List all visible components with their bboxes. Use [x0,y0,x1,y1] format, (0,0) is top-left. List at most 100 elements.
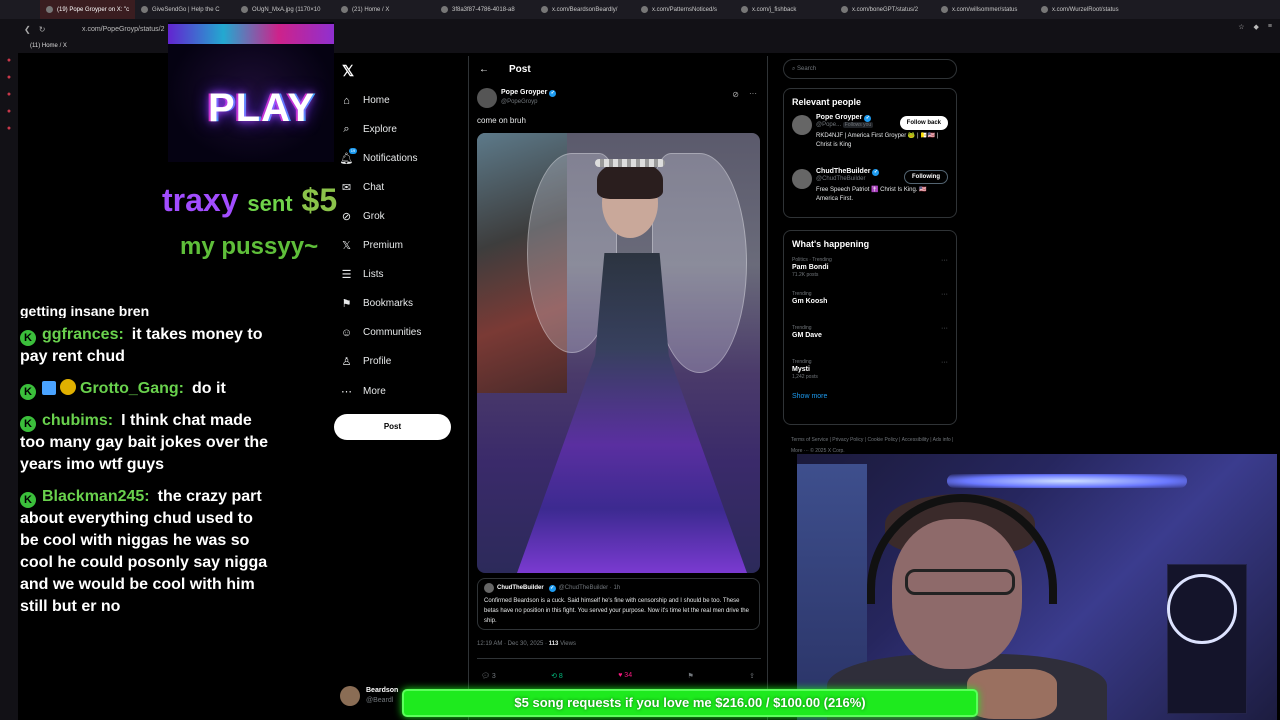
nav-item-bookmarks[interactable]: ⚑ Bookmarks [340,297,413,310]
nav-item-notifications[interactable]: 🔔︎ 19 Notifications [340,148,417,165]
trend-meta: Trending [792,325,812,331]
reply-count: 3 [491,672,496,680]
browser-tab[interactable]: x.com/j_fishback [735,0,835,19]
tab-label: x.com/PatternsNoticed/s [652,6,718,13]
trend-name: Pam Bondi [792,264,829,271]
back-arrow-icon[interactable]: ← [479,64,489,75]
nav-item-label: Profile [363,356,392,367]
browser-tab[interactable]: GiveSendGo | Help the C [135,0,235,19]
person-handle-text: @Pope... [816,122,842,128]
author-name-text: Pope Groyper [501,89,548,96]
favicon-icon [741,6,748,13]
grok-icon[interactable]: ⊘ [732,90,739,99]
browser-tab[interactable]: x.com/BeardsonBeardly/ [535,0,635,19]
author-handle[interactable]: @PopeGroyp [501,99,537,105]
bookmark-star-icon[interactable]: ☆ [1238,23,1244,31]
bookmark-item[interactable]: (11) Home / X [30,43,67,49]
relevant-person[interactable]: Pope Groyper ✓ @Pope... Follows you RKD4NJF… [784,111,956,165]
search-input[interactable]: ⌕ Search [783,59,957,79]
menu-icon[interactable]: ≡ [1268,23,1272,31]
avatar[interactable] [792,115,812,135]
trend-item[interactable]: Politics · Trending Pam Bondi 71.2K posts ·… [784,253,956,287]
stream-chat: getting insane bren Kggfrances: it takes … [20,300,270,628]
share-icon[interactable]: ⇪ [749,672,755,680]
streamer-hand [967,669,1057,719]
favicon-icon [241,6,248,13]
more-icon[interactable]: ··· [941,359,948,366]
tab-label: (21) Home / X [352,6,390,13]
trend-item[interactable]: Trending Mysti 1,242 posts ··· [784,355,956,389]
nav-item-home[interactable]: ⌂ Home [340,94,390,107]
nav-item-explore[interactable]: ⌕ Explore [340,123,397,136]
show-more-link[interactable]: Show more [784,389,956,408]
repost-button[interactable]: ⟲ 8 [551,672,563,680]
extension-icon[interactable]: ◆ [1254,23,1259,31]
browser-tab[interactable]: x.com/boneGPT/status/2 [835,0,935,19]
reply-button[interactable]: 💬︎ 3 [481,672,496,680]
nav-item-label: More [363,386,386,397]
trend-item[interactable]: Trending GM Dave ··· [784,321,956,355]
more-icon[interactable]: ··· [941,325,948,332]
account-switcher[interactable]: Beardson @Beardl [340,686,410,708]
relevant-person[interactable]: ChudTheBuilder ✓ @ChudTheBuilder Free Spee… [784,165,956,219]
browser-tab[interactable]: OUgN_MxA.jpg (1170×10 [235,0,335,19]
favicon-icon [541,6,548,13]
panel-title: Relevant people [792,97,862,107]
nav-item-premium[interactable]: 𝕏 Premium [340,239,403,252]
x-logo-icon[interactable]: 𝕏 [342,62,354,80]
browser-tab[interactable]: (19) Pope Groyper on X: "c [40,0,135,19]
follow-button[interactable]: Following [904,170,948,184]
nav-item-label: Home [363,95,390,106]
post-button[interactable]: Post [334,414,451,440]
more-icon[interactable]: ··· [941,291,948,298]
address-bar[interactable]: x.com/PopeGroyp/status/2 [82,26,164,33]
trend-item[interactable]: Trending Gm Koosh ··· [784,287,956,321]
post-header: ← Post [469,56,769,82]
favicon-icon [941,6,948,13]
nav-item-communities[interactable]: ☺ Communities [340,326,421,339]
side-panel-icon[interactable]: ● [7,74,11,81]
quoted-post[interactable]: ChudTheBuilder ✓ @ChudTheBuilder · 1h Co… [477,578,760,630]
panel-title: What's happening [792,239,870,249]
browser-tab[interactable]: x.com/PatternsNoticed/s [635,0,735,19]
browser-tab[interactable]: (21) Home / X [335,0,435,19]
like-count: 34 [624,672,633,679]
trend-name: GM Dave [792,332,822,339]
nav-item-chat[interactable]: ✉ Chat [340,181,384,194]
play-text: PLAY [208,86,316,130]
like-button[interactable]: ♥ 34 [618,672,632,679]
nav-item-grok[interactable]: ⊘ Grok [340,210,385,223]
nav-item-more[interactable]: ⋯ More [340,385,386,398]
bookmark-icon[interactable]: ⚑ [687,672,693,680]
bookmark-icon: ⚑ [341,298,352,310]
side-panel-icon[interactable]: ● [7,108,11,115]
post-image[interactable] [477,133,760,573]
author-name[interactable]: Pope Groyper ✓ [501,89,557,97]
tab-label: x.com/j_fishback [752,6,797,13]
nav-item-label: Grok [363,211,385,222]
more-icon[interactable]: ··· [749,89,757,98]
favicon-icon [1041,6,1048,13]
nav-item-lists[interactable]: ☰ Lists [340,268,384,281]
nav-item-label: Communities [363,327,422,338]
favicon-icon [841,6,848,13]
emote-badge-icon [60,379,76,395]
browser-tab[interactable]: x.com/willsommer/status [935,0,1035,19]
nav-item-profile[interactable]: ♙ Profile [340,355,392,368]
browser-tab[interactable]: 3f8a3f87-4786-4018-a8 [435,0,535,19]
side-panel-icon[interactable]: ● [7,91,11,98]
follow-button[interactable]: Follow back [899,116,948,130]
nav-item-label: Chat [363,182,385,193]
avatar[interactable] [477,88,497,108]
quote-handle-time: @ChudTheBuilder · 1h [558,585,621,591]
tab-label: (19) Pope Groyper on X: "c [57,6,130,13]
reload-icon[interactable]: ↻ [39,25,46,34]
x-sidebar-nav: 𝕏 ⌂ Home ⌕ Explore 🔔︎ 19 Notifications ✉ Chat ⊘ Gr… [334,56,464,720]
back-icon[interactable]: ❮ [24,25,31,34]
notification-badge: 19 [349,148,357,154]
side-panel-icon[interactable]: ● [7,125,11,132]
more-icon[interactable]: ··· [941,257,948,264]
browser-tab[interactable]: x.com/WurzelRoot/status [1035,0,1135,19]
side-panel-icon[interactable]: ● [7,57,11,64]
avatar[interactable] [792,169,812,189]
